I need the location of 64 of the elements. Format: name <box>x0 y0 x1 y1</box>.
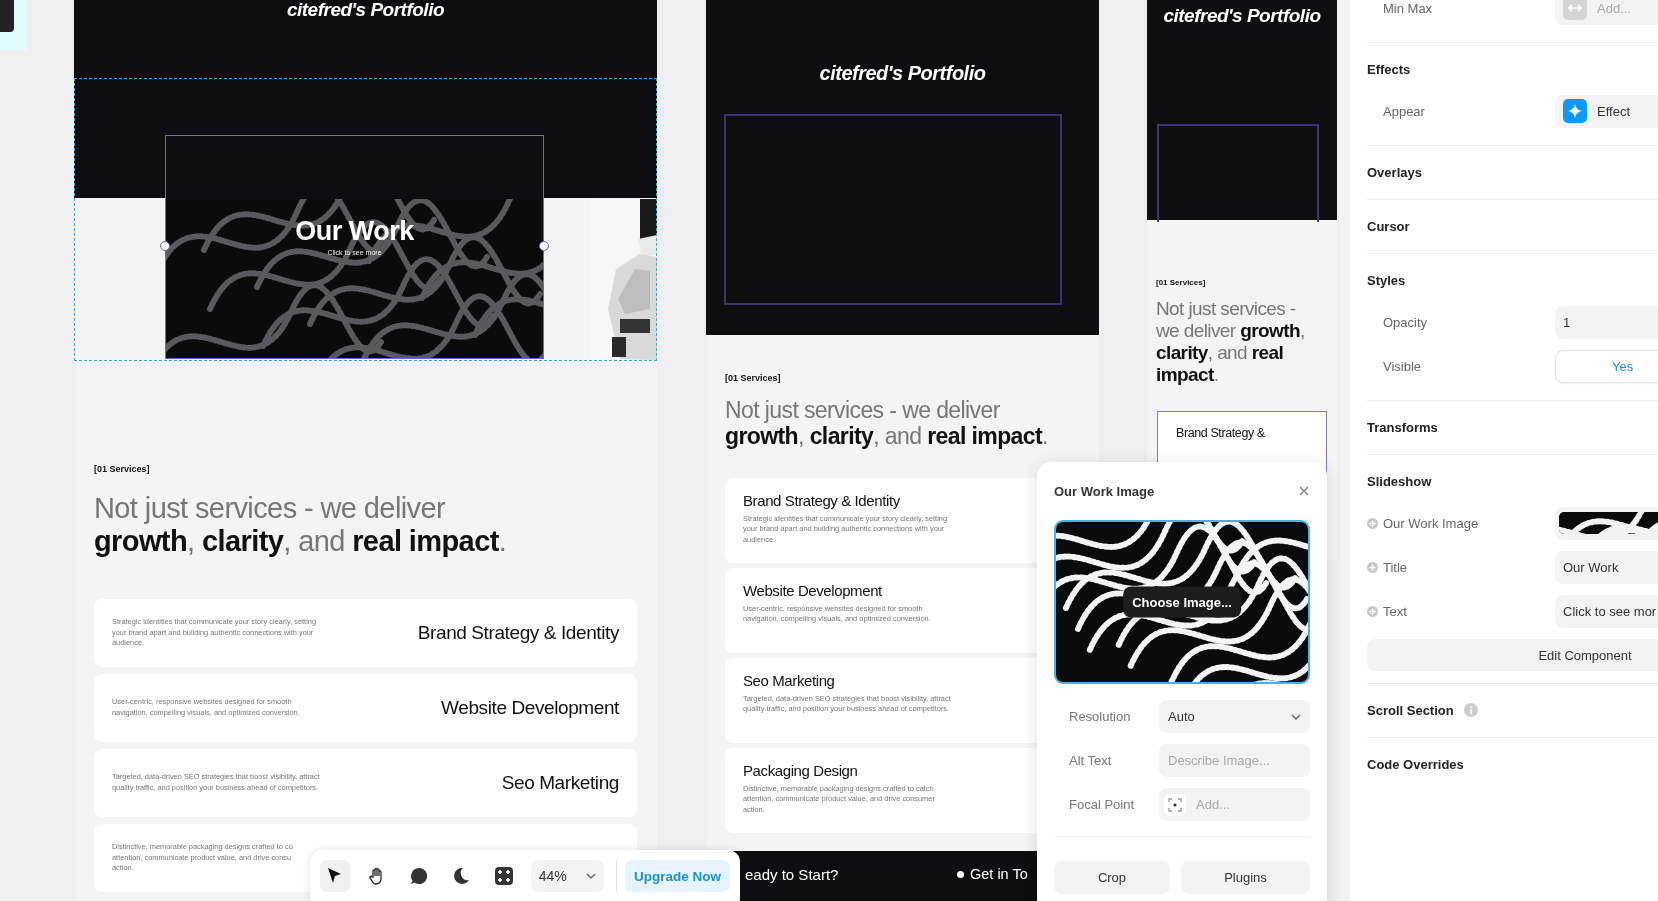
field-label: Alt Text <box>1068 753 1113 768</box>
contact-link[interactable]: Get in To <box>970 866 1028 882</box>
section-title: Overlays <box>1367 164 1422 180</box>
section-heading: Not just services - we deliver growth, clarity, and real impact. <box>1156 298 1306 386</box>
zoom-dropdown[interactable]: 44% <box>530 860 605 892</box>
comment-icon <box>409 866 430 886</box>
section-label: [01 Services] <box>1156 278 1207 287</box>
service-title: Website Development <box>743 581 882 599</box>
section-heading: Not just services - we deliver growth, clarity, and real impact. <box>94 492 508 559</box>
section-label: [01 Services] <box>94 464 151 474</box>
property-label: Title <box>1383 559 1408 575</box>
section-title: Cursor <box>1367 218 1410 234</box>
site-title: citefred's Portfolio <box>1162 4 1322 27</box>
resize-handle[interactable] <box>160 241 170 251</box>
section-title: Effects <box>1367 61 1411 77</box>
property-label: Visible <box>1382 358 1422 374</box>
service-title: Brand Strategy & Identity <box>417 621 619 644</box>
section-label: [01 Services] <box>725 373 782 383</box>
site-title: citefred's Portfolio <box>285 0 446 21</box>
section-title: Slideshow <box>1367 473 1432 489</box>
edit-component-button[interactable]: Edit Component <box>1367 639 1658 671</box>
moon-icon <box>451 866 472 886</box>
text-field[interactable]: Our Work <box>1555 550 1658 584</box>
focus-icon <box>1164 793 1186 816</box>
sparkle-icon <box>1563 99 1587 123</box>
service-title: Packaging Design <box>743 761 858 779</box>
property-label: Appear <box>1382 103 1425 119</box>
section-title: Code Overrides <box>1367 756 1464 772</box>
plugins-icon <box>493 866 514 886</box>
service-title: Website Development <box>441 696 619 719</box>
visibility-toggle[interactable]: Yes <box>1555 349 1658 383</box>
section-heading: Not just services - we deliver growth, clarity, and real impact. <box>725 397 1049 450</box>
service-title: Brand Strategy & Identity <box>743 491 900 509</box>
property-label: Our Work Image <box>1383 515 1479 531</box>
service-title: Seo Marketing <box>501 771 619 794</box>
resolution-select[interactable]: Auto <box>1159 700 1310 733</box>
property-label: Text <box>1383 603 1407 619</box>
resize-handle[interactable] <box>539 241 549 251</box>
popover-button[interactable]: Crop <box>1054 861 1170 894</box>
text-field[interactable]: 1 <box>1555 305 1658 339</box>
chevron-icon <box>586 873 597 879</box>
cta-text: eady to Start? <box>745 865 840 883</box>
field-label: Resolution <box>1068 709 1132 724</box>
site-title: citefred's Portfolio <box>818 61 987 85</box>
popover-button[interactable]: Plugins <box>1181 861 1310 894</box>
property-label: Opacity <box>1382 314 1428 330</box>
effect-field[interactable]: Effect <box>1555 94 1658 128</box>
section-title: Scroll Section <box>1367 702 1454 718</box>
canvas-widget <box>0 0 27 50</box>
close-icon[interactable] <box>1298 485 1310 497</box>
resize-icon <box>1563 0 1587 20</box>
tool-button[interactable] <box>320 860 351 892</box>
section-title: Transforms <box>1367 419 1438 435</box>
bullet-icon <box>957 870 964 878</box>
text-field[interactable]: Click to see mor <box>1555 594 1658 628</box>
section-title: Styles <box>1367 272 1406 288</box>
choose-image-button[interactable]: Choose Image... <box>1123 586 1241 618</box>
property-label: Min Max <box>1382 0 1433 16</box>
popover-title: Our Work Image <box>1054 483 1155 499</box>
service-title: Brand Strategy & <box>1176 426 1265 441</box>
hero-title: Our Work <box>295 216 414 247</box>
service-title: Seo Marketing <box>743 671 835 689</box>
field-label: Focal Point <box>1068 797 1136 812</box>
chevron-icon <box>1291 713 1301 720</box>
